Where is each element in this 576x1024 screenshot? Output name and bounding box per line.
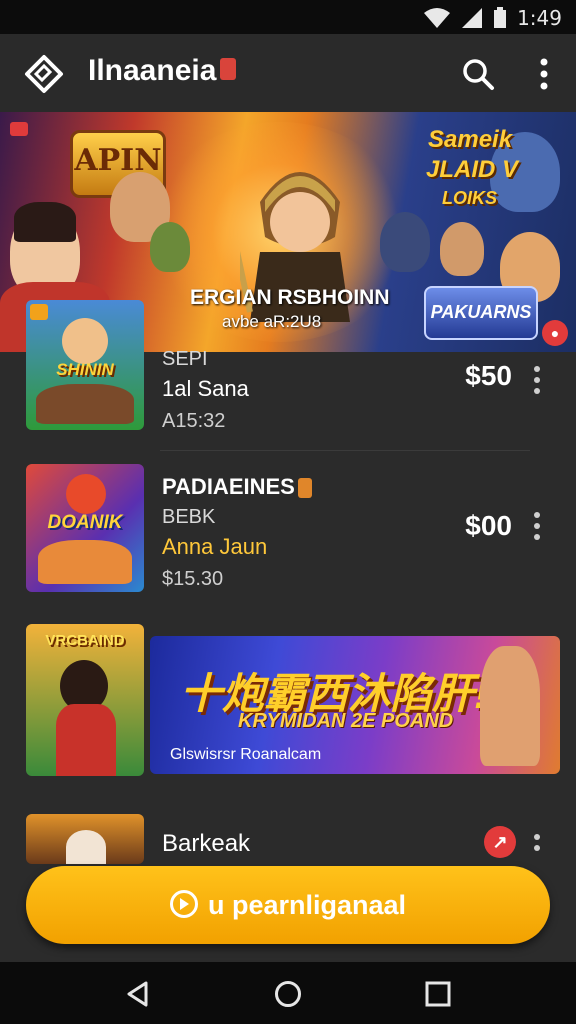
list-item[interactable]: SHININ SEPI 1al Sana A15:32 $50 <box>0 300 576 451</box>
promo-banner[interactable]: 十炮霸西沐陷肝! KRYMIDAN 2E POAND Glswisrsr Roa… <box>150 636 560 774</box>
system-nav-bar <box>0 962 576 1024</box>
thumbnail-character <box>56 704 116 776</box>
promo-footer: Glswisrsr Roanalcam <box>170 746 322 763</box>
divider <box>160 450 530 451</box>
thumbnail-label: DOANIK <box>47 512 123 533</box>
notification-badge-icon[interactable]: ↗ <box>484 826 516 858</box>
title-badge-icon <box>297 478 312 499</box>
thumbnail-label: SHININ <box>56 360 114 379</box>
item-text: $15.30 <box>162 568 223 591</box>
thumbnail-tag-icon <box>30 304 48 320</box>
banner-character <box>440 222 484 276</box>
item-title-text: PADIAEINES <box>162 474 295 499</box>
home-icon[interactable] <box>274 980 302 1008</box>
item-category: BEBK <box>162 506 216 528</box>
thumbnail-character <box>66 474 106 514</box>
status-bar: 1:49 <box>0 0 576 34</box>
signal-icon <box>462 8 483 28</box>
title-badge-icon <box>220 58 237 81</box>
item-menu-icon[interactable] <box>534 834 542 856</box>
cta-label: u pearnliganaal <box>207 890 407 920</box>
partial-item-title: Barkeak <box>162 830 251 857</box>
thumbnail-character <box>62 318 108 364</box>
item-detail: $15.30 <box>162 568 224 590</box>
banner-right-text-1: Sameik <box>428 126 513 153</box>
thumbnail-character <box>38 540 132 584</box>
item-text: PADIAEINES <box>162 474 312 500</box>
item-menu-icon[interactable] <box>534 366 542 399</box>
item-title: 1al Sana <box>162 376 249 401</box>
item-price: $00 <box>465 510 512 541</box>
wifi-icon <box>424 8 451 28</box>
cta-label-row: u pearnliganaal <box>26 889 550 921</box>
thumbnail-character <box>66 830 106 864</box>
recents-icon[interactable] <box>424 980 452 1008</box>
thumbnail-label: VRCBAIND <box>45 632 125 649</box>
promo-subline: KRYMIDAN 2E POAND <box>238 710 454 732</box>
search-icon[interactable] <box>460 56 496 92</box>
app-bar: Ilnaaneia <box>0 34 576 112</box>
thumbnail-character <box>36 384 134 424</box>
banner-character <box>380 212 430 272</box>
app-title-text: Ilnaaneia <box>88 54 217 87</box>
item-text: 1al Sana <box>162 376 249 402</box>
game-thumbnail: SHININ <box>26 300 144 430</box>
banner-character <box>150 222 190 272</box>
item-text: BEBK <box>162 506 215 529</box>
banner-right-text-2: JLAID V <box>426 156 519 183</box>
item-text: Anna Jaun <box>162 534 267 560</box>
list-item[interactable]: DOANIK PADIAEINES BEBK Anna Jaun $15.30 … <box>0 464 576 604</box>
item-subtitle: A15:32 <box>162 410 226 432</box>
item-menu-icon[interactable] <box>534 512 542 545</box>
app-logo-icon[interactable] <box>24 54 64 94</box>
app-title: Ilnaaneia <box>88 54 237 88</box>
banner-tag-icon <box>10 122 28 136</box>
promo-thumbnail[interactable]: VRCBAIND <box>26 624 144 776</box>
item-category: SEPI <box>162 348 208 370</box>
banner-character <box>14 202 76 242</box>
clock: 1:49 <box>517 6 562 30</box>
game-thumbnail: DOANIK <box>26 464 144 592</box>
item-subtitle: Anna Jaun <box>162 534 268 559</box>
item-price: $50 <box>465 360 512 391</box>
battery-icon <box>494 7 507 28</box>
item-title: PADIAEINES <box>162 474 312 500</box>
more-options-icon[interactable] <box>528 56 560 92</box>
item-text: SEPI <box>162 348 208 371</box>
back-icon[interactable] <box>124 980 152 1008</box>
banner-right-text-3: LOIKS <box>442 188 498 208</box>
item-text: A15:32 <box>162 410 225 433</box>
play-icon <box>169 889 198 918</box>
primary-action-button[interactable]: u pearnliganaal <box>26 866 550 944</box>
game-thumbnail[interactable] <box>26 814 144 864</box>
promo-character <box>480 646 540 766</box>
